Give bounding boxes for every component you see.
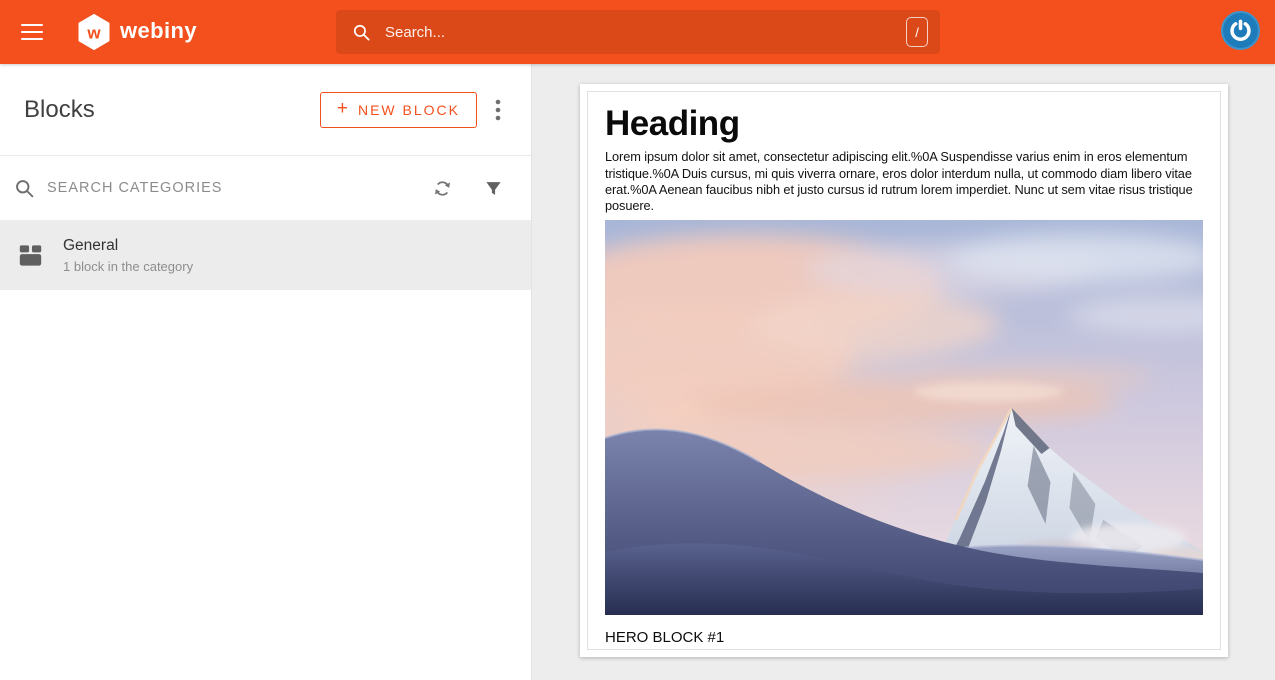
block-paragraph: Lorem ipsum dolor sit amet, consectetur … (605, 149, 1203, 214)
brand-wordmark: webiny (120, 20, 197, 45)
refresh-icon[interactable] (430, 176, 455, 201)
block-card[interactable]: Heading Lorem ipsum dolor sit amet, cons… (580, 84, 1228, 657)
top-app-bar: w webiny / (0, 0, 1275, 64)
search-categories-icon (14, 178, 35, 199)
webiny-hexagon-icon: w (77, 14, 111, 50)
category-search-row (0, 156, 531, 220)
sidebar-header: Blocks + NEW BLOCK (0, 64, 531, 156)
global-search-input[interactable] (385, 24, 906, 41)
blocks-sidebar: Blocks + NEW BLOCK (0, 64, 532, 680)
hamburger-menu-icon[interactable] (21, 24, 43, 40)
blocks-preview-pane: Heading Lorem ipsum dolor sit amet, cons… (532, 64, 1275, 680)
block-heading: Heading (605, 104, 1203, 144)
category-box-icon (17, 242, 44, 269)
category-description: 1 block in the category (63, 259, 193, 274)
block-label: HERO BLOCK #1 (605, 629, 1203, 646)
svg-text:w: w (86, 24, 101, 43)
search-icon (352, 23, 371, 42)
power-glyph-icon (1228, 18, 1253, 43)
avatar[interactable] (1221, 11, 1260, 50)
search-categories-input[interactable] (47, 180, 430, 196)
plus-icon: + (337, 99, 348, 120)
hero-image (605, 220, 1203, 615)
filter-icon[interactable] (482, 177, 505, 200)
category-list: General 1 block in the category (0, 220, 531, 290)
new-block-button[interactable]: + NEW BLOCK (320, 92, 477, 128)
category-text: General 1 block in the category (63, 237, 193, 274)
webiny-logo[interactable]: w webiny (77, 14, 197, 50)
category-name: General (63, 237, 193, 255)
global-search: / (336, 10, 940, 54)
mountain-scene-illustration (605, 220, 1203, 615)
new-block-label: NEW BLOCK (358, 102, 460, 118)
page-title: Blocks (24, 96, 95, 124)
app-root: w webiny / Blocks (0, 0, 1275, 680)
block-preview: Heading Lorem ipsum dolor sit amet, cons… (587, 91, 1221, 650)
category-item-general[interactable]: General 1 block in the category (0, 220, 531, 290)
more-options-icon[interactable] (493, 94, 503, 126)
content-area: Blocks + NEW BLOCK (0, 64, 1275, 680)
header-actions: + NEW BLOCK (320, 92, 503, 128)
keyboard-shortcut-badge: / (906, 17, 928, 47)
